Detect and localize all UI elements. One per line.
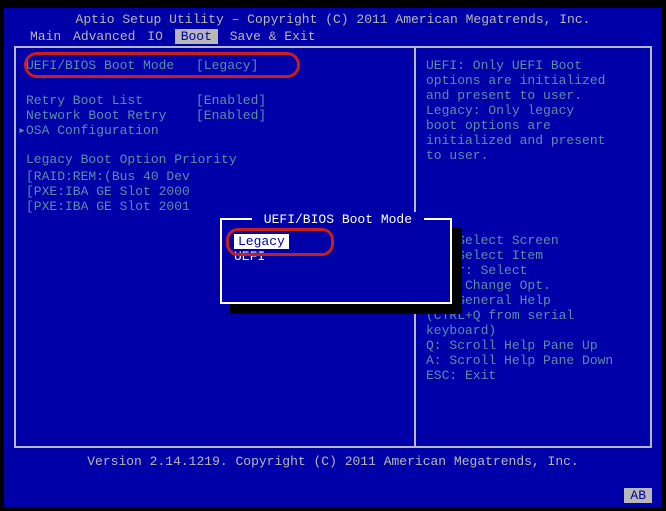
network-boot-retry-value: [Enabled] xyxy=(196,108,266,123)
retry-boot-list-row[interactable]: Retry Boot List [Enabled] xyxy=(26,93,410,108)
popup-option-legacy[interactable]: Legacy xyxy=(234,234,289,249)
network-boot-retry-label: Network Boot Retry xyxy=(26,108,196,123)
help-line: ESC: Exit xyxy=(426,368,642,383)
tab-advanced[interactable]: Advanced xyxy=(73,29,135,44)
boot-mode-label: UEFI/BIOS Boot Mode xyxy=(26,58,196,73)
retry-boot-list-value: [Enabled] xyxy=(196,93,266,108)
osa-config-label: OSA Configuration xyxy=(26,123,196,138)
desc-line: options are initialized xyxy=(426,73,642,88)
osa-config-row[interactable]: ▸ OSA Configuration xyxy=(26,123,410,138)
bios-screen: Aptio Setup Utility – Copyright (C) 2011… xyxy=(4,8,662,507)
desc-line: and present to user. xyxy=(426,88,642,103)
desc-line: initialized and present xyxy=(426,133,642,148)
retry-boot-list-label: Retry Boot List xyxy=(26,93,196,108)
tab-save-exit[interactable]: Save & Exit xyxy=(230,29,316,44)
help-line: keyboard) xyxy=(426,323,642,338)
submenu-arrow-icon: ▸ xyxy=(18,123,26,138)
app-title: Aptio Setup Utility – Copyright (C) 2011… xyxy=(4,8,662,29)
item-description: UEFI: Only UEFI Boot options are initial… xyxy=(426,58,642,163)
priority-item-0[interactable]: [RAID:REM:(Bus 40 Dev xyxy=(26,169,410,184)
help-line: Q: Scroll Help Pane Up xyxy=(426,338,642,353)
tab-main[interactable]: Main xyxy=(30,29,61,44)
boot-mode-value: [Legacy] xyxy=(196,58,258,73)
popup-title: UEFI/BIOS Boot Mode xyxy=(252,212,424,227)
tab-io[interactable]: IO xyxy=(147,29,163,44)
tab-boot[interactable]: Boot xyxy=(175,29,218,44)
tab-bar: Main Advanced IO Boot Save & Exit xyxy=(4,29,662,46)
desc-line: UEFI: Only UEFI Boot xyxy=(426,58,642,73)
desc-line: to user. xyxy=(426,148,642,163)
corner-badge: AB xyxy=(624,488,652,503)
legacy-priority-header: Legacy Boot Option Priority xyxy=(26,152,410,167)
popup-option-uefi[interactable]: UEFI xyxy=(234,249,444,264)
network-boot-retry-row[interactable]: Network Boot Retry [Enabled] xyxy=(26,108,410,123)
priority-item-1[interactable]: [PXE:IBA GE Slot 2000 xyxy=(26,184,410,199)
help-line: A: Scroll Help Pane Down xyxy=(426,353,642,368)
boot-mode-row[interactable]: UEFI/BIOS Boot Mode [Legacy] xyxy=(26,58,410,73)
desc-line: boot options are xyxy=(426,118,642,133)
desc-line: Legacy: Only legacy xyxy=(426,103,642,118)
boot-mode-popup: UEFI/BIOS Boot Mode Legacy UEFI xyxy=(220,218,452,304)
footer-version: Version 2.14.1219. Copyright (C) 2011 Am… xyxy=(4,448,662,471)
